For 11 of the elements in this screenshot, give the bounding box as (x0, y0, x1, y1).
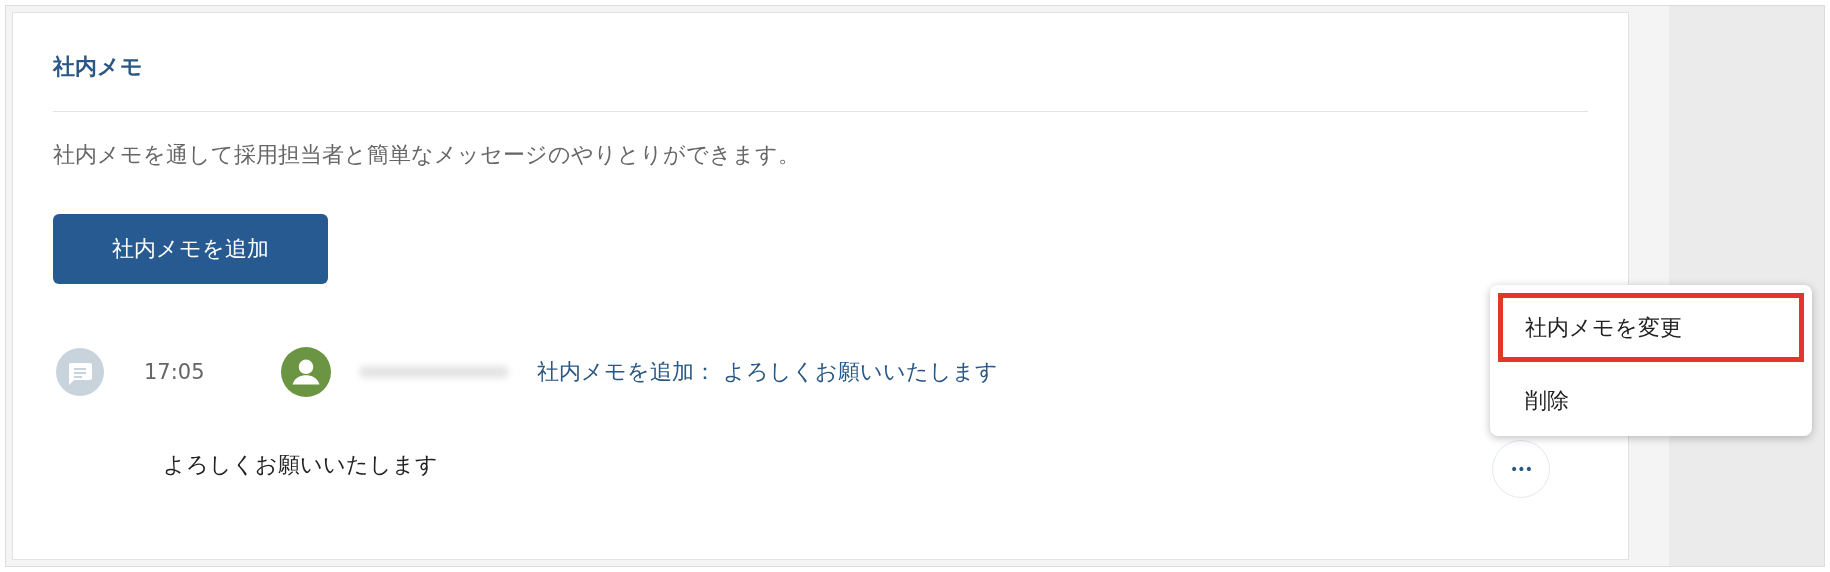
memo-body-text: よろしくお願いいたします (163, 451, 438, 479)
chat-icon (56, 348, 104, 396)
more-button[interactable]: ••• (1492, 440, 1550, 498)
section-title: 社内メモ (53, 53, 143, 81)
menu-item[interactable]: 削除 (1498, 376, 1804, 426)
user-avatar-icon (280, 347, 331, 397)
entry-summary-link[interactable]: 社内メモを追加： よろしくお願いいたします (536, 357, 998, 387)
description-text: 社内メモを通して採用担当者と簡単なメッセージのやりとりができます。 (53, 141, 800, 169)
entry-time: 17:05 (144, 360, 205, 384)
add-memo-button[interactable]: 社内メモを追加 (53, 214, 328, 284)
menu-item[interactable]: 社内メモを変更 (1498, 293, 1804, 362)
